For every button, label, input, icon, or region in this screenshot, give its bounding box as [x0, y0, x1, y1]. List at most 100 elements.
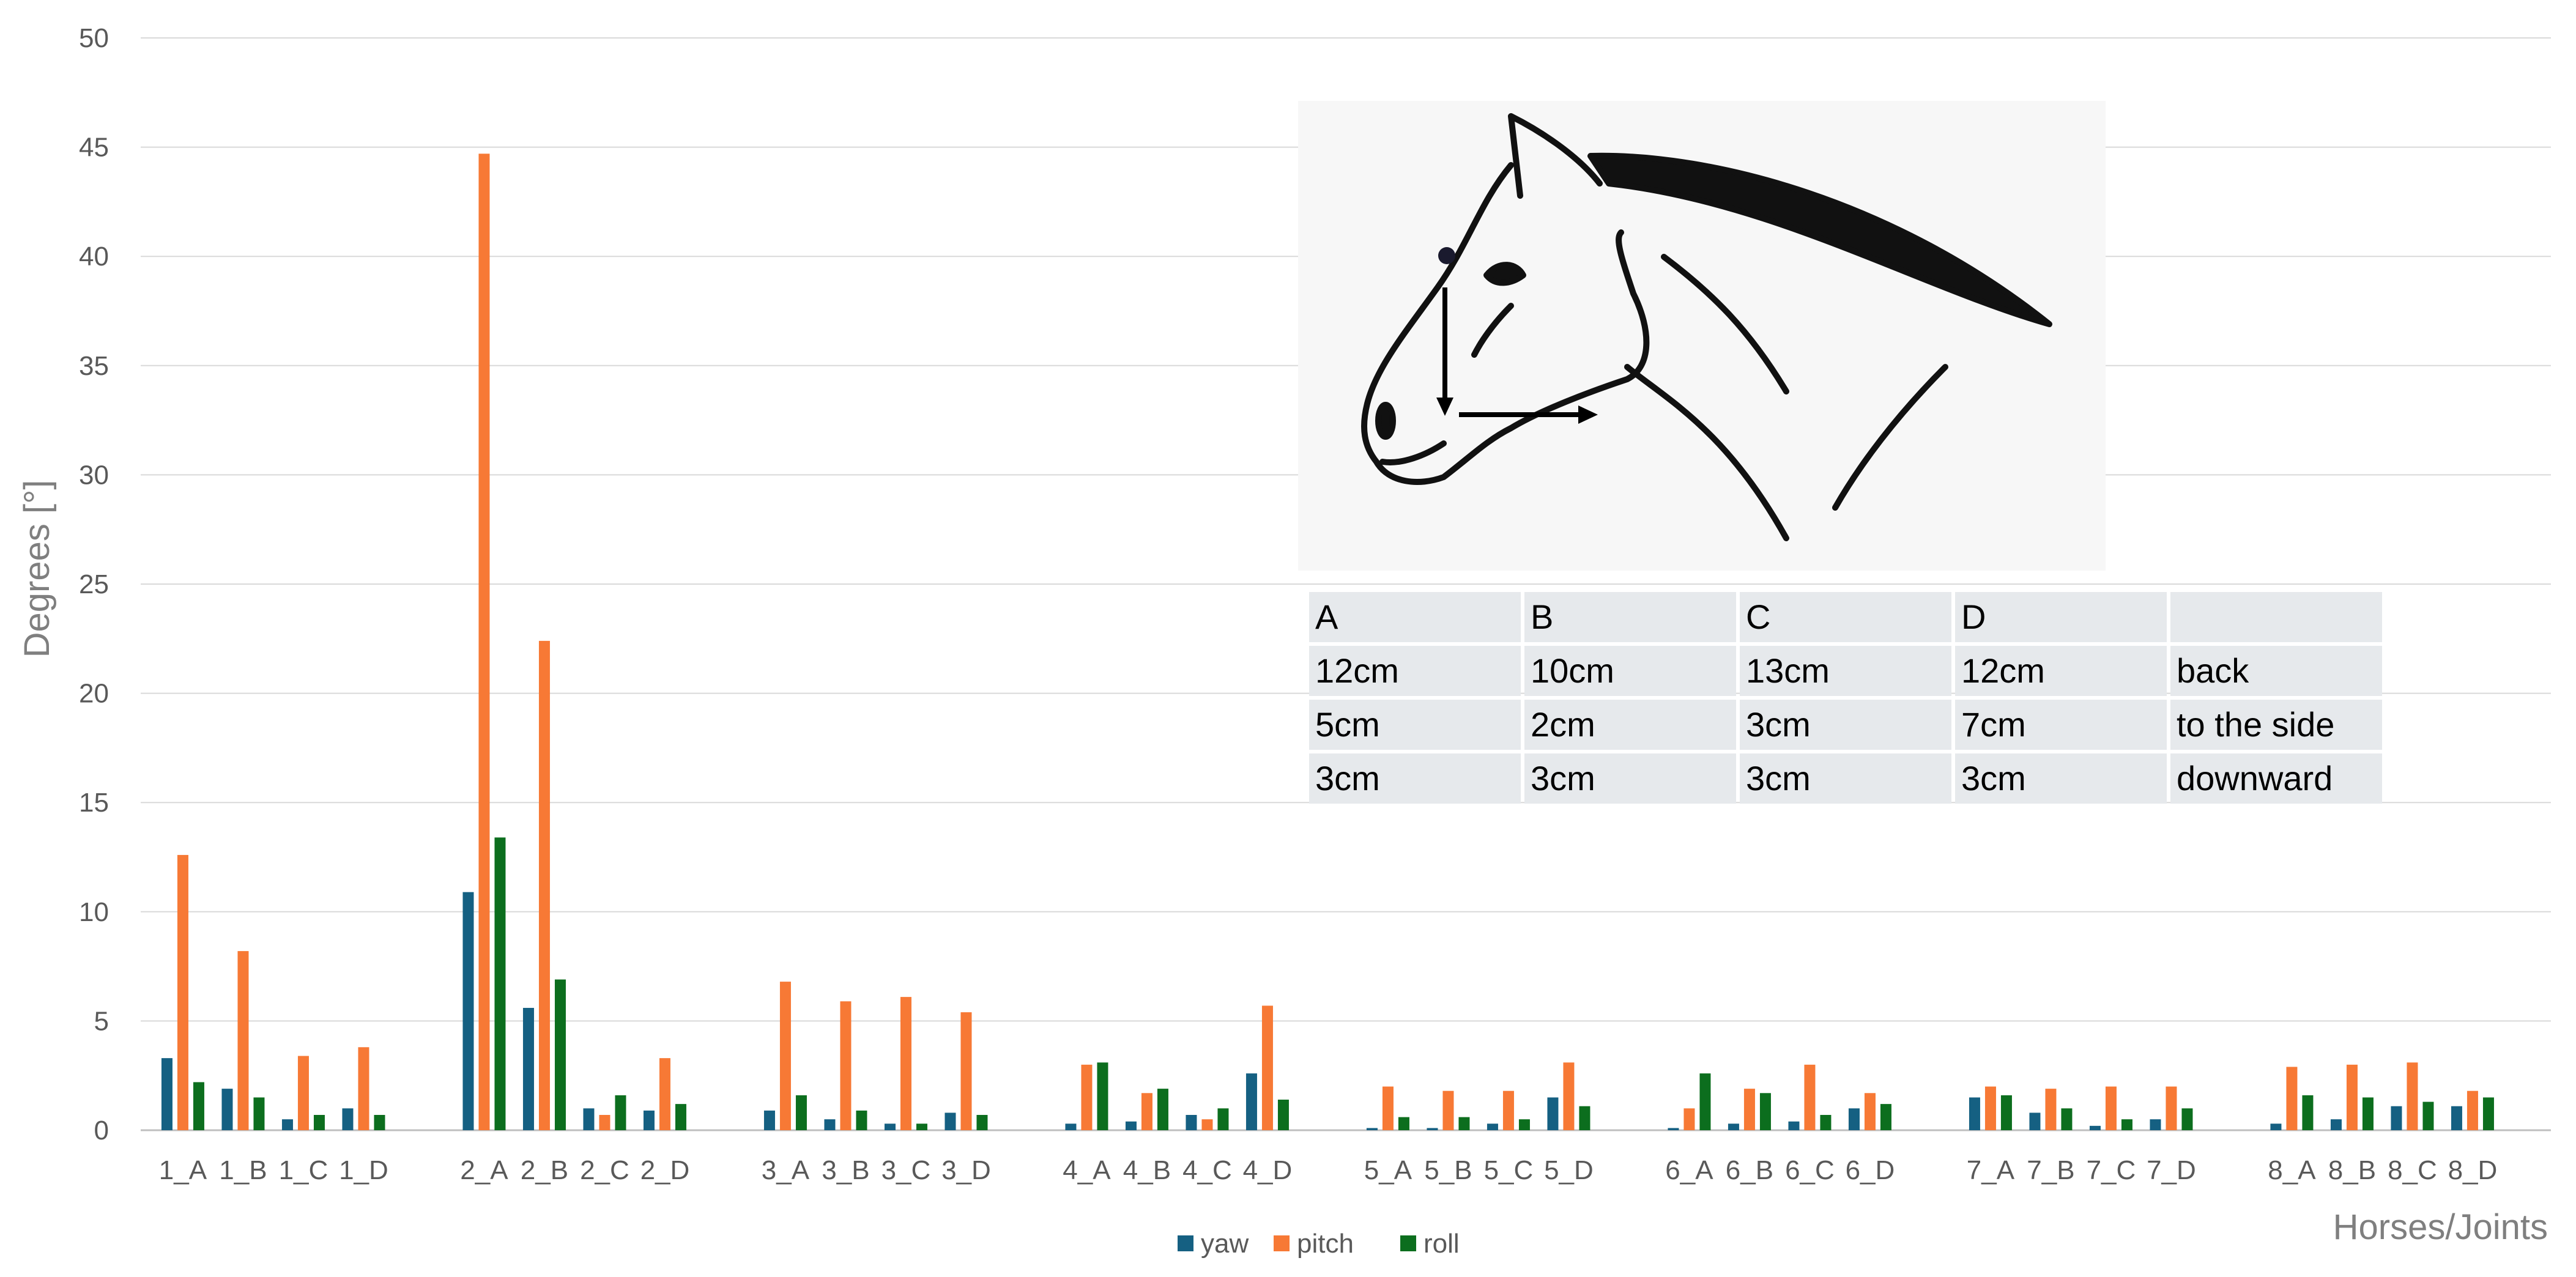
bar-roll-6_B [1759, 1093, 1771, 1130]
bar-roll-4_C [1217, 1108, 1229, 1130]
bar-roll-2_A [494, 837, 506, 1130]
x-tick-label: 4_C [1182, 1155, 1232, 1185]
bar-yaw-5_A [1366, 1128, 1378, 1130]
y-tick-label: 25 [79, 569, 109, 599]
table-cell-bg [1309, 592, 1521, 642]
x-tick-label: 3_B [822, 1155, 869, 1185]
bar-roll-4_D [1277, 1099, 1289, 1130]
x-tick-label: 3_A [762, 1155, 810, 1185]
y-axis-title: Degrees [°] [17, 480, 57, 658]
bar-pitch-1_D [358, 1047, 369, 1130]
bar-yaw-3_B [824, 1119, 836, 1130]
bar-yaw-1_B [221, 1089, 233, 1130]
x-tick-labels: 1_A 1_B 1_C 1_D 2_A 2_B 2_C 2_D 3_A 3_B 3_C 3_D 4_A 4… [159, 1155, 2498, 1185]
bar-pitch-1_B [237, 951, 249, 1130]
table-cell: back [2177, 651, 2249, 690]
x-tick-label: 8_A [2268, 1155, 2316, 1185]
table-cell: 3cm [1531, 759, 1595, 798]
bar-pitch-6_A [1683, 1108, 1695, 1130]
x-tick-label: 2_C [580, 1155, 629, 1185]
x-tick-label: 6_B [1726, 1155, 1773, 1185]
table-cell: 3cm [1961, 759, 2026, 798]
table-cell: 3cm [1746, 705, 1811, 744]
bar-roll-5_A [1398, 1117, 1409, 1130]
bar-roll-8_B [2362, 1097, 2374, 1130]
table-cell: to the side [2177, 705, 2334, 744]
horse-head-inset [1298, 101, 2106, 571]
sensor-dot [1438, 247, 1455, 264]
x-tick-label: 4_B [1123, 1155, 1171, 1185]
bar-roll-6_D [1880, 1104, 1891, 1130]
bar-yaw-2_D [643, 1110, 655, 1130]
bar-roll-1_D [374, 1114, 385, 1130]
bar-roll-7_A [2000, 1095, 2012, 1130]
bar-roll-8_C [2422, 1101, 2434, 1130]
bar-pitch-2_A [478, 154, 490, 1130]
bar-pitch-4_D [1261, 1005, 1273, 1130]
y-tick-label: 10 [79, 897, 109, 927]
table-cell: 7cm [1961, 705, 2026, 744]
bar-pitch-7_A [1984, 1086, 1996, 1130]
x-tick-label: 1_B [219, 1155, 267, 1185]
bar-roll-7_D [2181, 1108, 2193, 1130]
bar-yaw-4_A [1065, 1123, 1077, 1130]
bar-yaw-6_B [1728, 1123, 1739, 1130]
bar-pitch-3_A [779, 982, 791, 1130]
bar-yaw-7_A [1969, 1097, 1980, 1130]
y-tick-label: 40 [79, 242, 109, 272]
bar-pitch-2_C [599, 1114, 611, 1130]
bar-pitch-8_C [2407, 1062, 2418, 1130]
bar-roll-5_B [1458, 1117, 1470, 1130]
x-tick-label: 1_A [159, 1155, 207, 1185]
table-cell-bg [1740, 592, 1951, 642]
bar-roll-3_B [856, 1110, 867, 1130]
bar-pitch-4_B [1141, 1093, 1153, 1130]
legend-label-pitch: pitch [1297, 1229, 1354, 1259]
bar-roll-4_B [1157, 1089, 1168, 1130]
table-header-cell: B [1531, 598, 1553, 636]
y-tick-label: 15 [79, 788, 109, 818]
bar-yaw-4_B [1125, 1121, 1137, 1130]
table-cell: 2cm [1531, 705, 1595, 744]
bar-yaw-4_C [1186, 1114, 1197, 1130]
x-tick-label: 2_B [521, 1155, 568, 1185]
bar-pitch-5_D [1563, 1062, 1575, 1130]
bar-pitch-1_C [297, 1056, 309, 1130]
x-tick-label: 6_A [1665, 1155, 1713, 1185]
x-tick-label: 2_A [460, 1155, 508, 1185]
x-tick-label: 7_A [1967, 1155, 2015, 1185]
table-cell: 5cm [1315, 705, 1380, 744]
bar-pitch-6_C [1804, 1064, 1816, 1130]
legend-swatch-pitch [1274, 1235, 1290, 1251]
x-tick-label: 6_D [1846, 1155, 1895, 1185]
bar-roll-3_D [976, 1114, 988, 1130]
bar-yaw-2_C [583, 1108, 595, 1130]
legend-swatch-roll [1400, 1235, 1416, 1251]
bar-pitch-8_D [2467, 1090, 2478, 1130]
x-tick-label: 7_B [2027, 1155, 2074, 1185]
x-tick-label: 8_D [2448, 1155, 2498, 1185]
bar-yaw-4_D [1245, 1073, 1257, 1130]
bar-roll-8_D [2482, 1097, 2494, 1130]
x-tick-label: 4_A [1063, 1155, 1111, 1185]
table-cell: 3cm [1746, 759, 1811, 798]
bar-pitch-6_B [1743, 1089, 1755, 1130]
table-header-cell: C [1746, 598, 1770, 636]
bar-roll-6_C [1820, 1114, 1832, 1130]
x-tick-label: 7_C [2087, 1155, 2136, 1185]
bar-pitch-4_C [1201, 1119, 1213, 1130]
y-tick-labels: 0 5 10 15 20 25 30 35 40 45 50 [79, 23, 109, 1146]
bar-pitch-3_B [840, 1001, 852, 1130]
y-tick-label: 30 [79, 460, 109, 490]
bar-roll-1_A [193, 1082, 204, 1130]
bar-yaw-7_B [2029, 1112, 2041, 1130]
x-tick-label: 3_D [941, 1155, 991, 1185]
bar-yaw-8_B [2330, 1119, 2342, 1130]
bar-pitch-8_B [2346, 1064, 2358, 1130]
bar-pitch-7_D [2166, 1086, 2177, 1130]
y-tick-label: 5 [94, 1006, 109, 1036]
legend-swatch-yaw [1178, 1235, 1193, 1251]
bar-roll-1_B [253, 1097, 265, 1130]
x-tick-label: 5_B [1424, 1155, 1472, 1185]
table-cell-bg [1955, 592, 2167, 642]
